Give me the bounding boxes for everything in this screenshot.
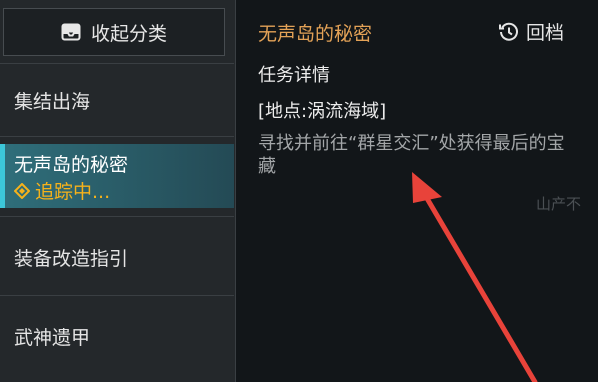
history-clock-icon bbox=[498, 21, 520, 43]
sidebar-item-label: 无声岛的秘密 bbox=[14, 154, 129, 176]
sidebar-item-war-god-armor[interactable]: 武神遗甲 bbox=[0, 296, 234, 382]
quest-category-sidebar: 收起分类 集结出海 无声岛的秘密 追踪中... 装备改造指引 武神遗甲 bbox=[0, 0, 236, 382]
sidebar-item-equipment-guide[interactable]: 装备改造指引 bbox=[0, 217, 234, 295]
collapse-categories-label: 收起分类 bbox=[90, 22, 167, 45]
rewind-button[interactable]: 回档 bbox=[498, 18, 564, 45]
quest-details-heading: 任务详情 bbox=[258, 65, 330, 86]
tracking-label: 追踪中... bbox=[35, 181, 111, 203]
sidebar-item-silent-island[interactable]: 无声岛的秘密 追踪中... bbox=[0, 144, 234, 208]
quest-screen: 收起分类 集结出海 无声岛的秘密 追踪中... 装备改造指引 武神遗甲 无声岛的… bbox=[0, 0, 598, 382]
quest-detail-panel: 无声岛的秘密 回档 任务详情 [地点:涡流海域] 寻找并前往“群星交汇”处获得最… bbox=[236, 0, 598, 382]
inbox-tray-icon bbox=[61, 23, 81, 41]
collapse-categories-button[interactable]: 收起分类 bbox=[3, 8, 225, 56]
quest-location: [地点:涡流海域] bbox=[258, 101, 387, 122]
sidebar-item-gather-sea[interactable]: 集结出海 bbox=[0, 64, 234, 136]
quest-title: 无声岛的秘密 bbox=[258, 23, 373, 45]
quest-description: 寻找并前往“群星交汇”处获得最后的宝藏 bbox=[258, 133, 565, 177]
sidebar-item-label: 集结出海 bbox=[14, 91, 91, 113]
diamond-marker-icon bbox=[14, 182, 30, 199]
divider bbox=[0, 136, 234, 137]
sidebar-item-label: 武神遗甲 bbox=[14, 327, 91, 349]
background-faint-text: 山产不 bbox=[536, 195, 582, 213]
sidebar-item-label: 装备改造指引 bbox=[14, 248, 129, 270]
tracking-status: 追踪中... bbox=[14, 177, 110, 204]
rewind-label: 回档 bbox=[526, 22, 565, 44]
